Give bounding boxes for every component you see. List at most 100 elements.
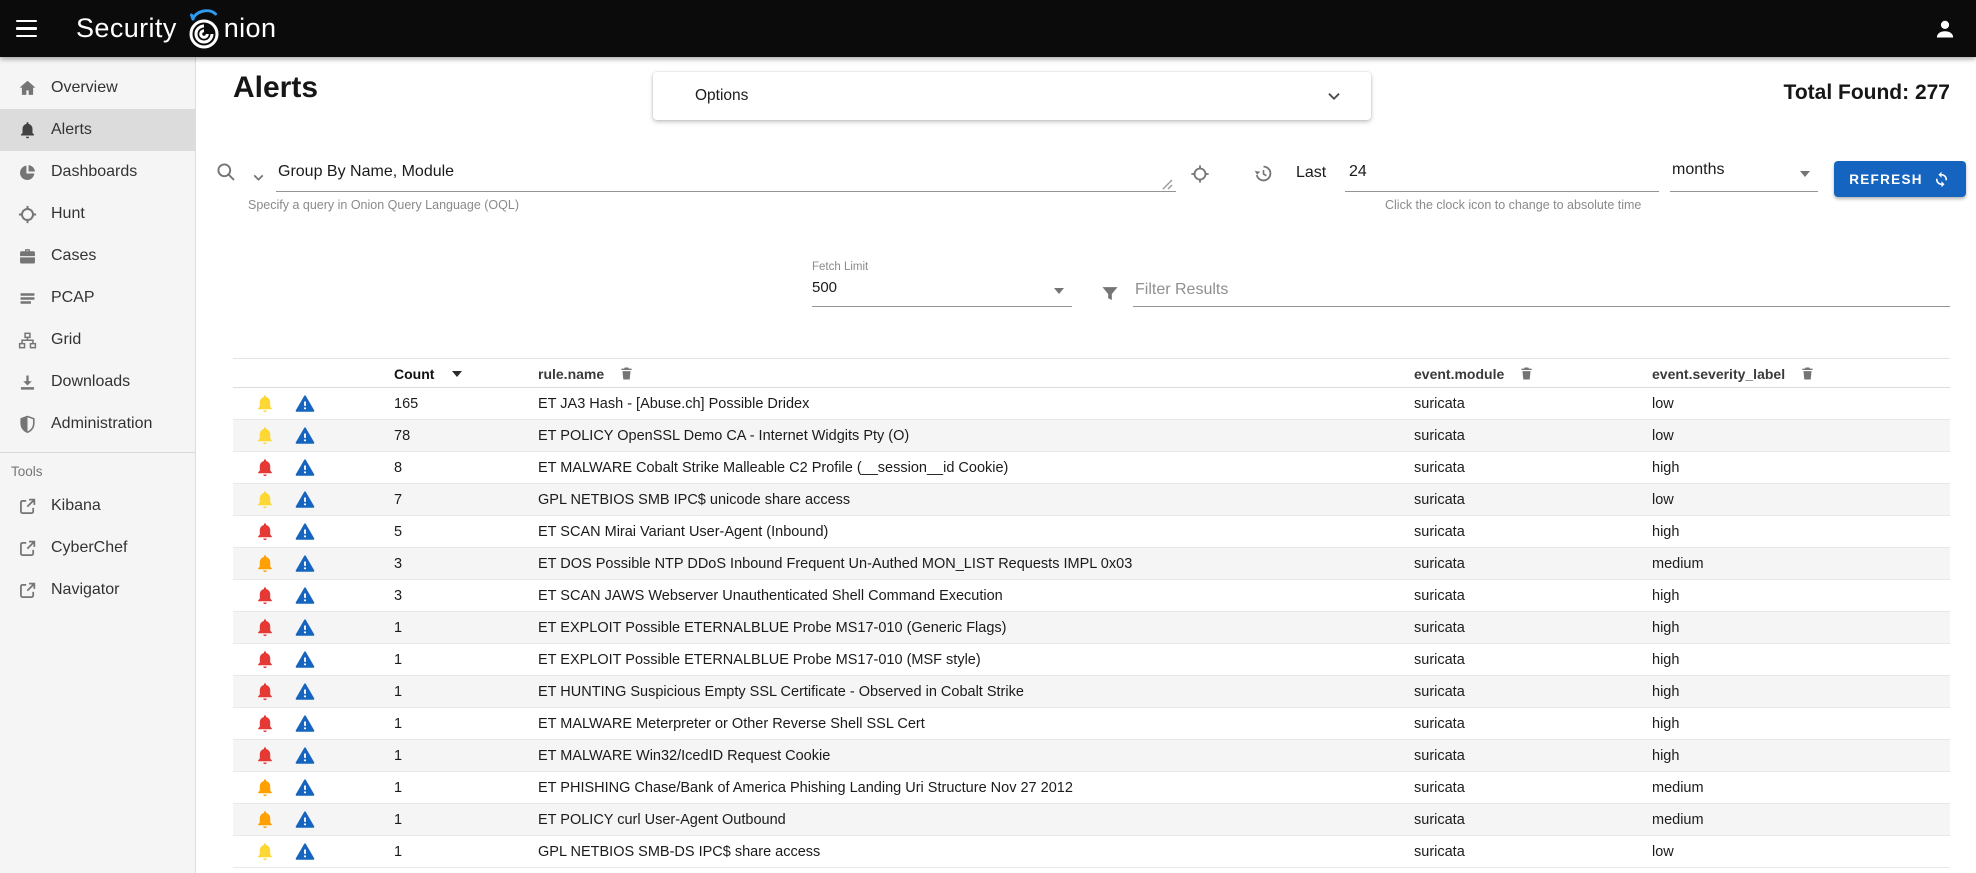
severity-cell[interactable]: high: [1652, 644, 1679, 676]
event-module-cell[interactable]: suricata: [1414, 516, 1465, 548]
rule-name-cell[interactable]: GPL NETBIOS SMB IPC$ unicode share acces…: [538, 484, 850, 516]
column-header-severity-label[interactable]: event.severity_label: [1652, 359, 1816, 389]
warning-triangle-icon[interactable]: [294, 809, 316, 831]
severity-bell-icon[interactable]: [254, 393, 276, 415]
severity-bell-icon[interactable]: [254, 649, 276, 671]
table-row[interactable]: 1 ET EXPLOIT Possible ETERNALBLUE Probe …: [233, 612, 1950, 644]
severity-bell-icon[interactable]: [254, 713, 276, 735]
rule-name-cell[interactable]: ET EXPLOIT Possible ETERNALBLUE Probe MS…: [538, 612, 1007, 644]
fetch-limit-select[interactable]: 500: [812, 273, 1072, 307]
rule-name-cell[interactable]: ET MALWARE Meterpreter or Other Reverse …: [538, 708, 925, 740]
warning-triangle-icon[interactable]: [294, 489, 316, 511]
severity-cell[interactable]: low: [1652, 484, 1674, 516]
severity-cell[interactable]: medium: [1652, 548, 1704, 580]
sidebar-item-kibana[interactable]: Kibana: [0, 485, 195, 527]
rule-name-cell[interactable]: ET SCAN Mirai Variant User-Agent (Inboun…: [538, 516, 828, 548]
warning-triangle-icon[interactable]: [294, 553, 316, 575]
table-row[interactable]: 165 ET JA3 Hash - [Abuse.ch] Possible Dr…: [233, 388, 1950, 420]
warning-triangle-icon[interactable]: [294, 745, 316, 767]
event-module-cell[interactable]: suricata: [1414, 644, 1465, 676]
sidebar-item-cyberchef[interactable]: CyberChef: [0, 527, 195, 569]
filter-results-input[interactable]: [1133, 273, 1950, 307]
severity-bell-icon[interactable]: [254, 521, 276, 543]
query-input[interactable]: [276, 153, 1176, 192]
warning-triangle-icon[interactable]: [294, 521, 316, 543]
sidebar-item-pcap[interactable]: PCAP: [0, 277, 195, 319]
warning-triangle-icon[interactable]: [294, 585, 316, 607]
remove-column-icon[interactable]: [618, 365, 635, 382]
event-module-cell[interactable]: suricata: [1414, 708, 1465, 740]
warning-triangle-icon[interactable]: [294, 713, 316, 735]
sidebar-item-hunt[interactable]: Hunt: [0, 193, 195, 235]
options-panel[interactable]: Options: [653, 72, 1371, 120]
severity-cell[interactable]: medium: [1652, 804, 1704, 836]
warning-triangle-icon[interactable]: [294, 681, 316, 703]
table-row[interactable]: 1 ET MALWARE Meterpreter or Other Revers…: [233, 708, 1950, 740]
event-module-cell[interactable]: suricata: [1414, 388, 1465, 420]
rule-name-cell[interactable]: ET DOS Possible NTP DDoS Inbound Frequen…: [538, 548, 1132, 580]
table-row[interactable]: 5 ET SCAN Mirai Variant User-Agent (Inbo…: [233, 516, 1950, 548]
event-module-cell[interactable]: suricata: [1414, 804, 1465, 836]
sidebar-item-cases[interactable]: Cases: [0, 235, 195, 277]
remove-column-icon[interactable]: [1799, 365, 1816, 382]
table-row[interactable]: 7 GPL NETBIOS SMB IPC$ unicode share acc…: [233, 484, 1950, 516]
rule-name-cell[interactable]: ET SCAN JAWS Webserver Unauthenticated S…: [538, 580, 1003, 612]
sidebar-item-grid[interactable]: Grid: [0, 319, 195, 361]
rule-name-cell[interactable]: ET PHISHING Chase/Bank of America Phishi…: [538, 772, 1073, 804]
table-row[interactable]: 8 ET MALWARE Cobalt Strike Malleable C2 …: [233, 452, 1950, 484]
sidebar-item-downloads[interactable]: Downloads: [0, 361, 195, 403]
sidebar-item-dashboards[interactable]: Dashboards: [0, 151, 195, 193]
table-row[interactable]: 1 GPL NETBIOS SMB-DS IPC$ share access s…: [233, 836, 1950, 868]
severity-bell-icon[interactable]: [254, 745, 276, 767]
column-header-rule-name[interactable]: rule.name: [538, 359, 635, 389]
severity-cell[interactable]: medium: [1652, 772, 1704, 804]
severity-bell-icon[interactable]: [254, 457, 276, 479]
event-module-cell[interactable]: suricata: [1414, 612, 1465, 644]
sort-desc-icon[interactable]: [452, 371, 462, 377]
sidebar-item-navigator[interactable]: Navigator: [0, 569, 195, 611]
warning-triangle-icon[interactable]: [294, 457, 316, 479]
table-row[interactable]: 1 ET MALWARE Win32/IcedID Request Cookie…: [233, 740, 1950, 772]
severity-cell[interactable]: high: [1652, 452, 1679, 484]
rule-name-cell[interactable]: ET EXPLOIT Possible ETERNALBLUE Probe MS…: [538, 644, 981, 676]
warning-triangle-icon[interactable]: [294, 425, 316, 447]
severity-cell[interactable]: low: [1652, 420, 1674, 452]
severity-bell-icon[interactable]: [254, 489, 276, 511]
event-module-cell[interactable]: suricata: [1414, 772, 1465, 804]
time-value-input[interactable]: [1345, 153, 1659, 192]
rule-name-cell[interactable]: GPL NETBIOS SMB-DS IPC$ share access: [538, 836, 820, 868]
severity-bell-icon[interactable]: [254, 617, 276, 639]
rule-name-cell[interactable]: ET POLICY OpenSSL Demo CA - Internet Wid…: [538, 420, 909, 452]
relative-time-history-icon[interactable]: [1252, 162, 1275, 185]
table-row[interactable]: 1 ET EXPLOIT Possible ETERNALBLUE Probe …: [233, 644, 1950, 676]
severity-cell[interactable]: high: [1652, 676, 1679, 708]
severity-cell[interactable]: high: [1652, 708, 1679, 740]
table-row[interactable]: 1 ET HUNTING Suspicious Empty SSL Certif…: [233, 676, 1950, 708]
severity-cell[interactable]: high: [1652, 580, 1679, 612]
severity-bell-icon[interactable]: [254, 809, 276, 831]
severity-bell-icon[interactable]: [254, 777, 276, 799]
warning-triangle-icon[interactable]: [294, 841, 316, 863]
event-module-cell[interactable]: suricata: [1414, 548, 1465, 580]
warning-triangle-icon[interactable]: [294, 777, 316, 799]
severity-bell-icon[interactable]: [254, 553, 276, 575]
sidebar-item-administration[interactable]: Administration: [0, 403, 195, 445]
severity-cell[interactable]: high: [1652, 612, 1679, 644]
rule-name-cell[interactable]: ET POLICY curl User-Agent Outbound: [538, 804, 786, 836]
table-row[interactable]: 1 ET POLICY curl User-Agent Outbound sur…: [233, 804, 1950, 836]
textarea-resize-handle[interactable]: [1162, 179, 1173, 190]
severity-cell[interactable]: high: [1652, 516, 1679, 548]
severity-bell-icon[interactable]: [254, 681, 276, 703]
table-row[interactable]: 1 ET PHISHING Chase/Bank of America Phis…: [233, 772, 1950, 804]
hamburger-menu-icon[interactable]: [16, 14, 46, 44]
remove-column-icon[interactable]: [1518, 365, 1535, 382]
rule-name-cell[interactable]: ET MALWARE Cobalt Strike Malleable C2 Pr…: [538, 452, 1008, 484]
user-account-icon[interactable]: [1932, 16, 1958, 42]
event-module-cell[interactable]: suricata: [1414, 676, 1465, 708]
refresh-button[interactable]: REFRESH: [1834, 161, 1966, 197]
column-header-event-module[interactable]: event.module: [1414, 359, 1535, 389]
event-module-cell[interactable]: suricata: [1414, 452, 1465, 484]
query-target-icon[interactable]: [1189, 163, 1211, 185]
warning-triangle-icon[interactable]: [294, 393, 316, 415]
sidebar-item-alerts[interactable]: Alerts: [0, 109, 195, 151]
